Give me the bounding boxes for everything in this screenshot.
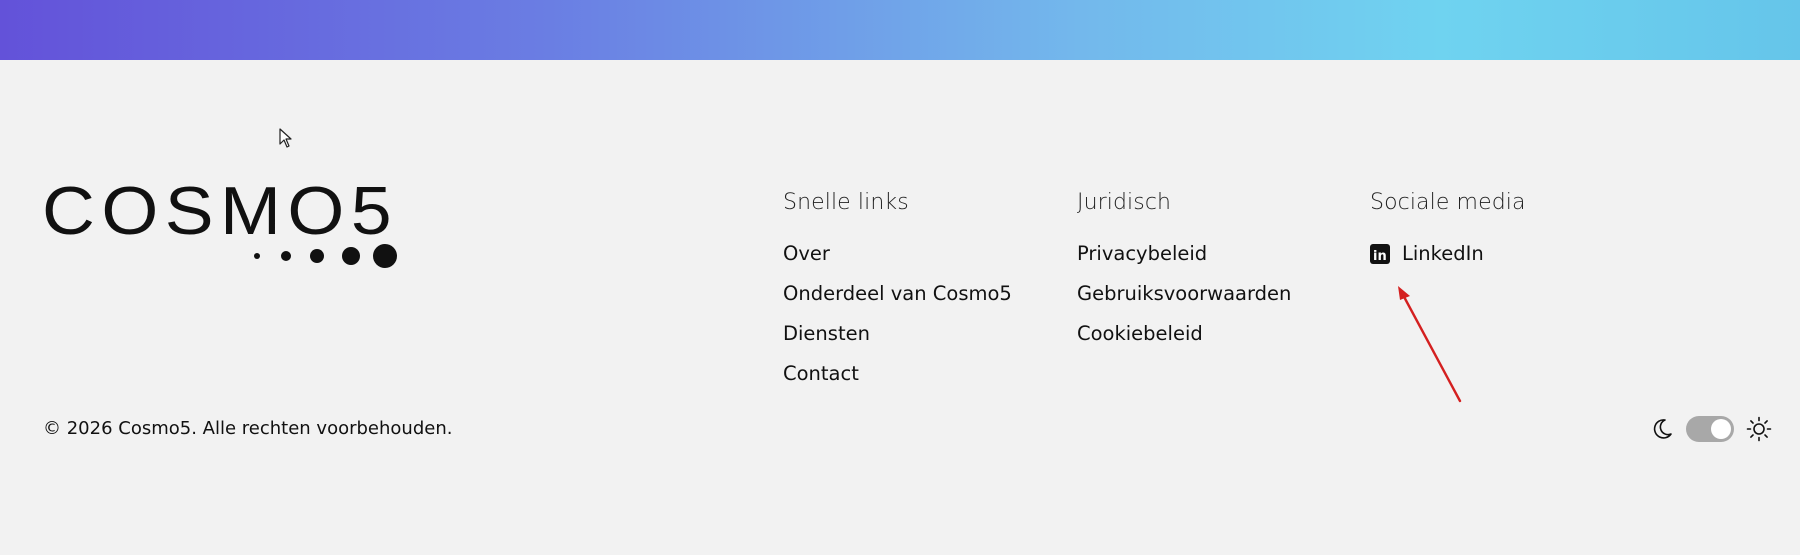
annotation-arrow-icon <box>1398 286 1462 403</box>
copyright-text: © 2026 Cosmo5. Alle rechten voorbehouden… <box>43 418 453 439</box>
footer-link-onderdeel-van-cosmo5[interactable]: Onderdeel van Cosmo5 <box>783 282 1012 322</box>
footer-link-over[interactable]: Over <box>783 242 1012 282</box>
toggle-knob <box>1711 419 1731 439</box>
svg-text:COSMO5: COSMO5 <box>42 180 398 249</box>
theme-toggle[interactable] <box>1686 416 1734 442</box>
theme-switch <box>1650 414 1772 444</box>
linkedin-label: LinkedIn <box>1402 242 1484 265</box>
column-heading: Juridisch <box>1077 190 1172 215</box>
footer-link-diensten[interactable]: Diensten <box>783 322 1012 362</box>
footer-link-gebruiksvoorwaarden[interactable]: Gebruiksvoorwaarden <box>1077 282 1291 322</box>
logo-wordmark: COSMO5 <box>42 180 398 249</box>
footer-column-quick-links: Snelle links Over Onderdeel van Cosmo5 D… <box>783 188 1012 402</box>
footer-column-legal: Juridisch Privacybeleid Gebruiksvoorwaar… <box>1077 188 1291 362</box>
linkedin-icon: in <box>1370 244 1390 264</box>
footer-link-linkedin[interactable]: in LinkedIn <box>1370 242 1526 282</box>
column-heading: Sociale media <box>1370 190 1526 215</box>
mouse-cursor-icon <box>279 128 292 148</box>
footer-column-social-media: Sociale media in LinkedIn <box>1370 188 1526 282</box>
top-gradient-bar <box>0 0 1800 60</box>
sun-icon <box>1746 416 1772 442</box>
footer-link-contact[interactable]: Contact <box>783 362 1012 402</box>
column-heading: Snelle links <box>783 190 909 215</box>
footer-link-privacybeleid[interactable]: Privacybeleid <box>1077 242 1291 282</box>
moon-icon <box>1653 419 1672 439</box>
footer-link-cookiebeleid[interactable]: Cookiebeleid <box>1077 322 1291 362</box>
